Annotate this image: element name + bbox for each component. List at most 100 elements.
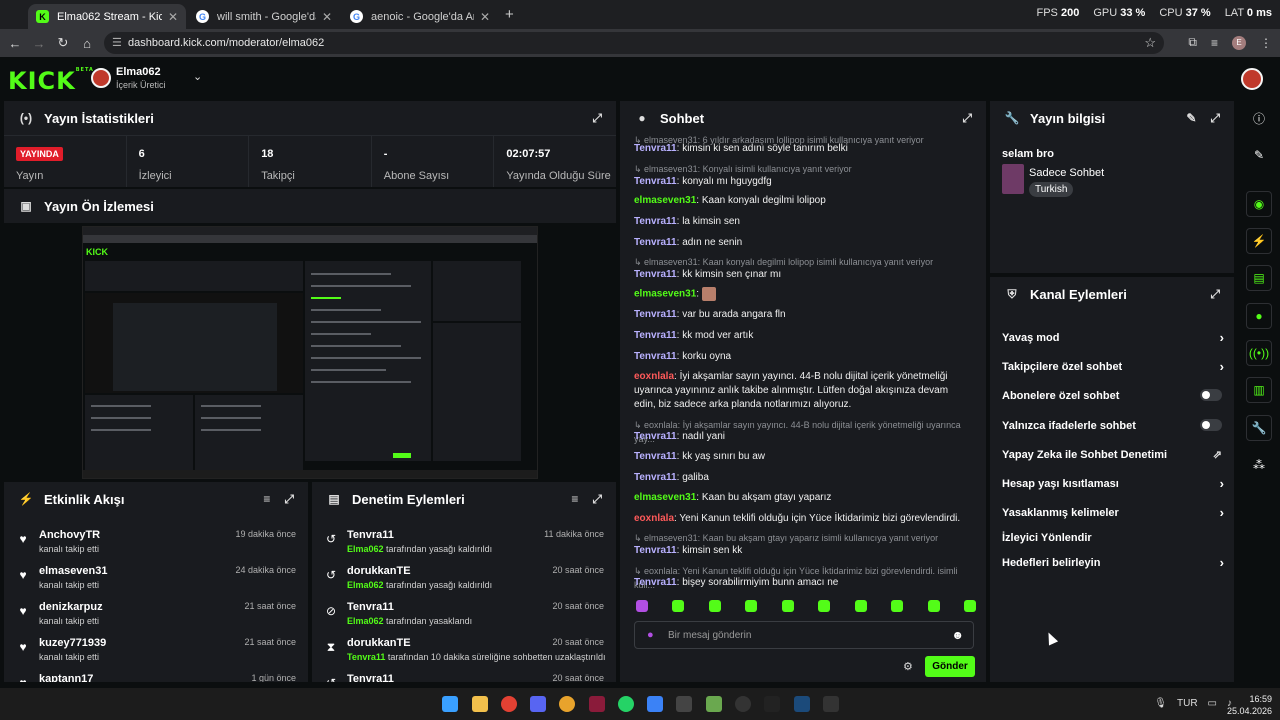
chat-username[interactable]: Tenvra11 xyxy=(634,577,677,588)
edit-icon[interactable]: ✎ xyxy=(1246,142,1272,168)
stream-preview-video[interactable]: KICK xyxy=(82,226,538,479)
chat-message[interactable]: Tenvra11: bişey sorabilirmiyim bunn amac… xyxy=(634,576,964,590)
close-icon[interactable]: ✕ xyxy=(168,10,178,24)
minecraft-icon[interactable] xyxy=(706,696,722,712)
channel-avatar[interactable] xyxy=(91,68,111,88)
chat-message[interactable]: eoxnlala: Yeni Kanun teklifi olduğu için… xyxy=(634,512,964,526)
chat-message[interactable]: Tenvra11: galiba xyxy=(634,471,964,485)
whatsapp-icon[interactable] xyxy=(618,696,634,712)
chat-reply-context[interactable]: ↳ elmaseven31: Kaan konyalı degilmi loli… xyxy=(634,255,964,269)
chevron-down-icon[interactable]: ⌄ xyxy=(193,70,202,83)
chat-message[interactable]: Tenvra11: la kimsin sen xyxy=(634,215,964,229)
chat-username[interactable]: Tenvra11 xyxy=(634,451,677,462)
home-icon[interactable]: ⌂ xyxy=(75,36,99,51)
action-set-goals[interactable]: Hedefleri belirleyin › xyxy=(1002,555,1224,570)
chat-message[interactable]: Tenvra11: adın ne senin xyxy=(634,236,964,250)
reload-icon[interactable]: ↻ xyxy=(51,35,75,51)
tab-will-smith[interactable]: G will smith - Google'da Ara ✕ xyxy=(188,4,340,29)
popout-icon[interactable]: ⤢ xyxy=(284,492,294,507)
action-followers-only[interactable]: Takipçilere özel sohbet › xyxy=(1002,359,1224,374)
chat-message[interactable]: Tenvra11: kk mod ver artık xyxy=(634,329,964,343)
app-icon[interactable] xyxy=(589,696,605,712)
chat-username[interactable]: Tenvra11 xyxy=(634,330,677,341)
popout-icon[interactable]: ⤢ xyxy=(1210,287,1220,302)
new-tab-icon[interactable]: + xyxy=(505,6,514,23)
action-banned-words[interactable]: Yasaklanmış kelimeler › xyxy=(1002,505,1224,520)
user-avatar[interactable] xyxy=(1241,68,1263,90)
reading-list-icon[interactable]: ≡ xyxy=(1211,36,1218,50)
site-settings-icon[interactable]: ☰ xyxy=(112,36,122,49)
chat-username[interactable]: Tenvra11 xyxy=(634,216,677,227)
chat-reply-context[interactable]: ↳ elmaseven31: Kaan bu akşam gtayı yapar… xyxy=(634,531,964,545)
chat-message[interactable]: elmaseven31: xyxy=(634,287,964,302)
chat-username[interactable]: Tenvra11 xyxy=(634,431,677,442)
chat-message[interactable]: elmaseven31: Kaan bu akşam gtayı yaparız xyxy=(634,491,964,505)
chat-message[interactable]: Tenvra11: nadıl yani xyxy=(634,430,964,444)
edit-icon[interactable]: ✎ xyxy=(1186,111,1196,126)
language-indicator[interactable]: TUR xyxy=(1177,698,1198,709)
wrench-widget-icon[interactable]: 🔧 xyxy=(1246,415,1272,441)
chat-message[interactable]: eoxnlala: İyi akşamlar sayın yayıncı. 44… xyxy=(634,370,964,412)
url-field[interactable]: ☰ dashboard.kick.com/moderator/elma062 ☆ xyxy=(104,32,1164,54)
action-host-viewers[interactable]: İzleyici Yönlendir xyxy=(1002,532,1224,544)
popout-icon[interactable]: ⤢ xyxy=(592,111,602,126)
close-icon[interactable]: ✕ xyxy=(480,10,490,24)
action-ai-moderation[interactable]: Yapay Zeka ile Sohbet Denetimi ⇗ xyxy=(1002,449,1224,461)
filter-icon[interactable]: ≡ xyxy=(571,492,578,507)
kick-logo[interactable]: KICKBETA xyxy=(8,67,94,95)
chat-message[interactable]: Tenvra11: var bu arada angara fln xyxy=(634,308,964,322)
chat-username[interactable]: Tenvra11 xyxy=(634,309,677,320)
chat-message[interactable]: Tenvra11: kk kimsin sen çınar mı xyxy=(634,268,964,282)
menu-kebab-icon[interactable]: ⋮ xyxy=(1260,36,1272,50)
popout-icon[interactable]: ⤢ xyxy=(592,492,602,507)
microphone-icon[interactable]: 🎙 xyxy=(1154,698,1167,709)
browser-icon[interactable] xyxy=(559,696,575,712)
extensions-icon[interactable]: ⧉ xyxy=(1188,35,1197,50)
tab-aenoic[interactable]: G aenoic - Google'da Ara ✕ xyxy=(342,4,498,29)
obs-icon[interactable] xyxy=(735,696,751,712)
app-icon[interactable] xyxy=(764,696,780,712)
forward-icon[interactable]: → xyxy=(27,36,51,51)
chat-username[interactable]: Tenvra11 xyxy=(634,143,677,154)
profile-avatar[interactable]: E xyxy=(1232,35,1246,50)
chat-widget-icon[interactable]: ● xyxy=(1246,303,1272,329)
bookmark-star-icon[interactable]: ☆ xyxy=(1144,35,1156,51)
start-icon[interactable] xyxy=(442,696,458,712)
activity-widget-icon[interactable]: ⚡ xyxy=(1246,228,1272,254)
chat-username[interactable]: Tenvra11 xyxy=(634,545,677,556)
chat-message[interactable]: Tenvra11: kimsin sen kk xyxy=(634,544,964,558)
chat-username[interactable]: Tenvra11 xyxy=(634,237,677,248)
chat-reply-context[interactable]: ↳ elmaseven31: Konyalı isimli kullanıcıy… xyxy=(634,162,964,176)
layout-widget-icon[interactable]: ▥ xyxy=(1246,377,1272,403)
back-icon[interactable]: ← xyxy=(3,36,27,51)
emotes-only-toggle[interactable] xyxy=(1200,419,1222,431)
network-icon[interactable]: ▭ xyxy=(1208,698,1217,709)
app-icon[interactable] xyxy=(647,696,663,712)
chat-messages[interactable]: ↳ elmaseven31: 6 yıldır arkadaşım lollip… xyxy=(620,135,986,682)
chat-username[interactable]: Tenvra11 xyxy=(634,269,677,280)
chat-message[interactable]: Tenvra11: korku oyna xyxy=(634,350,964,364)
stats-widget-icon[interactable]: ◉ xyxy=(1246,191,1272,217)
chrome-icon[interactable] xyxy=(501,696,517,712)
chat-message[interactable]: elmaseven31: Kaan konyalı degilmi lolipo… xyxy=(634,194,964,208)
category-name[interactable]: Sadece Sohbet xyxy=(1029,167,1104,179)
filter-icon[interactable]: ≡ xyxy=(263,492,270,507)
chat-message[interactable]: Tenvra11: kimsin ki sen adını söyle tanı… xyxy=(634,142,964,156)
tab-kick-dashboard[interactable]: K Elma062 Stream - Kick Dashboard ✕ xyxy=(28,4,186,29)
chat-username[interactable]: elmaseven31 xyxy=(634,492,696,503)
moderation-widget-icon[interactable]: ▤ xyxy=(1246,265,1272,291)
app-icon[interactable] xyxy=(676,696,692,712)
app-icon[interactable] xyxy=(823,696,839,712)
clock[interactable]: 16:59 25.04.2026 xyxy=(1227,693,1272,717)
chat-username[interactable]: Tenvra11 xyxy=(634,176,677,187)
discord-icon[interactable] xyxy=(530,696,546,712)
more-widgets-icon[interactable]: ⁂ xyxy=(1246,452,1272,478)
action-account-age[interactable]: Hesap yaşı kısıtlaması › xyxy=(1002,476,1224,491)
chat-message[interactable]: Tenvra11: konyalı mı hguygdfg xyxy=(634,175,964,189)
channel-name[interactable]: Elma062 xyxy=(116,66,161,78)
chat-username[interactable]: elmaseven31 xyxy=(634,195,696,206)
popout-icon[interactable]: ⤢ xyxy=(962,111,972,126)
chat-username[interactable]: elmaseven31 xyxy=(634,289,696,300)
chat-username[interactable]: Tenvra11 xyxy=(634,351,677,362)
subscribers-only-toggle[interactable] xyxy=(1200,389,1222,401)
